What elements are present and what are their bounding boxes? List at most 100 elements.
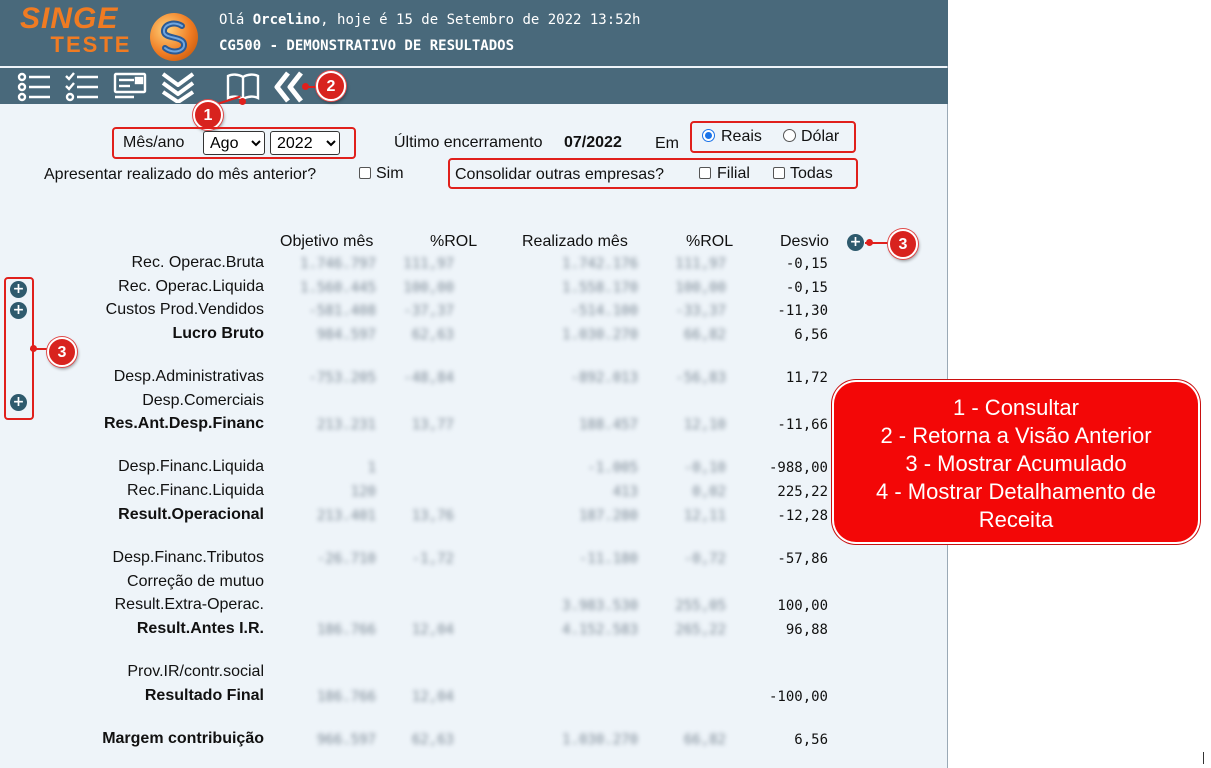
- blurred-cell-obj: 966.597: [316, 732, 376, 748]
- app-header: SINGE TESTE Olá Orcelino, hoje é 15 de S…: [0, 0, 948, 66]
- blurred-cell-obj: 1.746.797: [300, 256, 376, 272]
- blurred-cell-rol2: 111,97: [675, 256, 726, 272]
- blurred-cell-rol2: -0,72: [683, 551, 726, 567]
- edge-mark: [1203, 752, 1204, 764]
- blurred-cell-rol2: -56,83: [675, 370, 726, 386]
- row-label: Desp.Financ.Liquida: [118, 458, 264, 475]
- desvio-value: 6,56: [794, 732, 828, 748]
- desvio-value: 100,00: [777, 598, 828, 614]
- blurred-cell-rol1: -1,72: [411, 551, 454, 567]
- blurred-cell-rol1: 62,63: [411, 327, 454, 343]
- reais-radio[interactable]: [702, 129, 715, 142]
- blurred-cell-obj: 186.766: [316, 689, 376, 705]
- list-icon[interactable]: [16, 71, 52, 103]
- annotation-badge-3-top: 3: [888, 229, 918, 259]
- year-select[interactable]: 2022: [270, 131, 340, 155]
- legend-line: 1 - Consultar: [953, 395, 1079, 420]
- previous-month-checkbox[interactable]: [359, 167, 371, 179]
- blurred-cell-rol2: 66,82: [683, 732, 726, 748]
- col-rol1-header: %ROL: [430, 233, 478, 250]
- desvio-value: -988,00: [768, 460, 828, 476]
- last-closing-label: Último encerramento: [394, 134, 543, 151]
- row-label: Result.Extra-Operac.: [114, 596, 264, 613]
- row-label: Result.Operacional: [118, 506, 264, 523]
- row-label: Custos Prod.Vendidos: [105, 301, 264, 318]
- blurred-cell-real: -1.005: [587, 460, 638, 476]
- blurred-cell-rol1: 13,77: [411, 417, 454, 433]
- annotation-dot: [866, 239, 873, 246]
- dolar-radio[interactable]: [783, 129, 796, 142]
- blurred-cell-obj: -26.710: [316, 551, 376, 567]
- blurred-cell-rol1: -37,37: [403, 303, 454, 319]
- row-label: Correção de mutuo: [127, 573, 264, 590]
- row-label: Lucro Bruto: [172, 325, 264, 342]
- report-icon[interactable]: [112, 71, 148, 103]
- blurred-cell-rol2: 66,82: [683, 327, 726, 343]
- blurred-cell-real: 1.742.176: [562, 256, 638, 272]
- desvio-value: -0,15: [785, 280, 828, 296]
- desvio-value: -11,30: [777, 303, 828, 319]
- dolar-label: Dólar: [801, 128, 840, 145]
- blurred-cell-obj: 120: [350, 484, 376, 500]
- month-year-label: Mês/ano: [123, 134, 185, 151]
- show-accumulated-plus-icon[interactable]: +: [847, 234, 864, 251]
- blurred-cell-rol2: 0,02: [692, 484, 726, 500]
- logo-sub-text: TESTE: [50, 32, 132, 57]
- blurred-cell-real: -11.180: [578, 551, 638, 567]
- desvio-value: -100,00: [768, 689, 828, 705]
- legend-callout: 1 - Consultar 2 - Retorna a Visão Anteri…: [834, 382, 1198, 542]
- logo-emblem-icon: [150, 13, 198, 61]
- user-name: Orcelino: [252, 12, 321, 28]
- greeting-prefix: Olá: [219, 12, 253, 28]
- blurred-cell-real: 4.152.583: [562, 622, 638, 638]
- double-chevron-down-icon[interactable]: [160, 71, 196, 104]
- blurred-cell-rol1: 12,04: [411, 622, 454, 638]
- desvio-value: 6,56: [794, 327, 828, 343]
- reais-label: Reais: [721, 128, 762, 145]
- blurred-cell-obj: 1.560.445: [300, 280, 376, 296]
- blurred-cell-rol1: 12,04: [411, 689, 454, 705]
- blurred-cell-rol1: 13,76: [411, 508, 454, 524]
- consolidate-question: Consolidar outras empresas?: [455, 166, 664, 183]
- greeting-line: Olá Orcelino, hoje é 15 de Setembro de 2…: [219, 12, 640, 28]
- desvio-value: -0,15: [785, 256, 828, 272]
- blurred-cell-obj: 213.401: [316, 508, 376, 524]
- row-label: Rec. Operac.Liquida: [118, 278, 264, 295]
- previous-month-question: Apresentar realizado do mês anterior?: [44, 166, 317, 183]
- todas-label: Todas: [790, 165, 833, 182]
- row-label: Rec. Operac.Bruta: [131, 254, 265, 271]
- month-select[interactable]: Ago: [203, 131, 265, 155]
- legend-line: 2 - Retorna a Visão Anterior: [880, 423, 1152, 448]
- sim-label: Sim: [376, 165, 404, 182]
- blurred-cell-real: -514.100: [570, 303, 638, 319]
- blurred-cell-rol1: 100,00: [403, 280, 454, 296]
- blurred-cell-rol2: 12,11: [683, 508, 726, 524]
- desvio-value: 225,22: [777, 484, 828, 500]
- logo-main-text: SINGE: [20, 2, 119, 35]
- blurred-cell-rol2: 100,00: [675, 280, 726, 296]
- row-label: Desp.Administrativas: [113, 368, 264, 385]
- row-label: Desp.Comerciais: [142, 392, 264, 409]
- blurred-cell-rol2: -33,37: [675, 303, 726, 319]
- col-realizado-header: Realizado mês: [522, 233, 628, 250]
- blurred-cell-real: 187.280: [578, 508, 638, 524]
- row-label: Result.Antes I.R.: [136, 620, 264, 637]
- todas-checkbox[interactable]: [773, 167, 785, 179]
- blurred-cell-rol1: 111,97: [403, 256, 454, 272]
- annotation-dot: [30, 345, 37, 352]
- filial-checkbox[interactable]: [699, 167, 711, 179]
- checklist-icon[interactable]: [64, 71, 100, 103]
- desvio-value: -57,86: [777, 551, 828, 567]
- annotation-badge-1: 1: [193, 100, 223, 130]
- greeting-suffix: , hoje é 15 de Setembro de 2022 13:52h: [320, 12, 641, 28]
- desvio-value: -12,28: [777, 508, 828, 524]
- row-label: Prov.IR/contr.social: [127, 663, 264, 680]
- blurred-cell-real: -892.013: [570, 370, 638, 386]
- toolbar: [0, 68, 948, 104]
- blurred-cell-real: 1.558.170: [562, 280, 638, 296]
- desvio-value: 11,72: [785, 370, 828, 386]
- filial-label: Filial: [717, 165, 750, 182]
- last-closing-value: 07/2022: [564, 134, 622, 151]
- col-objetivo-header: Objetivo mês: [280, 233, 374, 250]
- blurred-cell-rol2: 255,05: [675, 598, 726, 614]
